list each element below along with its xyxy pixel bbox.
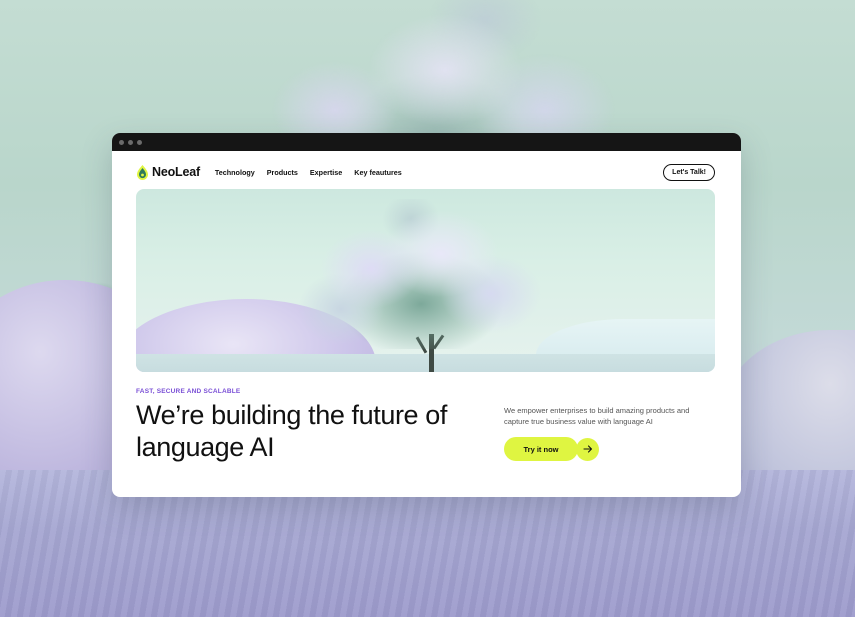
hero-headline: We’re building the future of language AI	[136, 400, 447, 462]
hero-eyebrow: FAST, SECURE AND SCALABLE	[136, 388, 241, 395]
nav-link-key-features[interactable]: Key feautures	[354, 168, 402, 177]
hero-cta-group: Try it now	[504, 437, 599, 461]
nav-link-products[interactable]: Products	[267, 168, 298, 177]
hero-ground	[136, 354, 715, 372]
window-minimize-dot[interactable]	[128, 139, 133, 145]
nav-link-technology[interactable]: Technology	[215, 168, 255, 177]
hero-tree-crown	[281, 199, 541, 349]
nav-links: Technology Products Expertise Key feautu…	[215, 168, 402, 177]
window-close-dot[interactable]	[119, 139, 124, 145]
lets-talk-button[interactable]: Let's Talk!	[663, 163, 715, 181]
window-titlebar	[112, 133, 741, 151]
brand-logo[interactable]: NeoLeaf	[136, 164, 200, 180]
arrow-right-icon	[582, 445, 592, 453]
navbar: NeoLeaf Technology Products Expertise Ke…	[136, 157, 715, 187]
hero-image	[136, 189, 715, 372]
hero-description: We empower enterprises to build amazing …	[504, 406, 690, 426]
nav-link-expertise[interactable]: Expertise	[310, 168, 342, 177]
browser-window: NeoLeaf Technology Products Expertise Ke…	[112, 133, 741, 497]
brand-name: NeoLeaf	[152, 165, 200, 179]
try-it-now-button[interactable]: Try it now	[504, 437, 578, 461]
cta-arrow-button[interactable]	[576, 437, 599, 461]
leaf-drop-icon	[137, 164, 148, 180]
window-maximize-dot[interactable]	[137, 139, 142, 145]
